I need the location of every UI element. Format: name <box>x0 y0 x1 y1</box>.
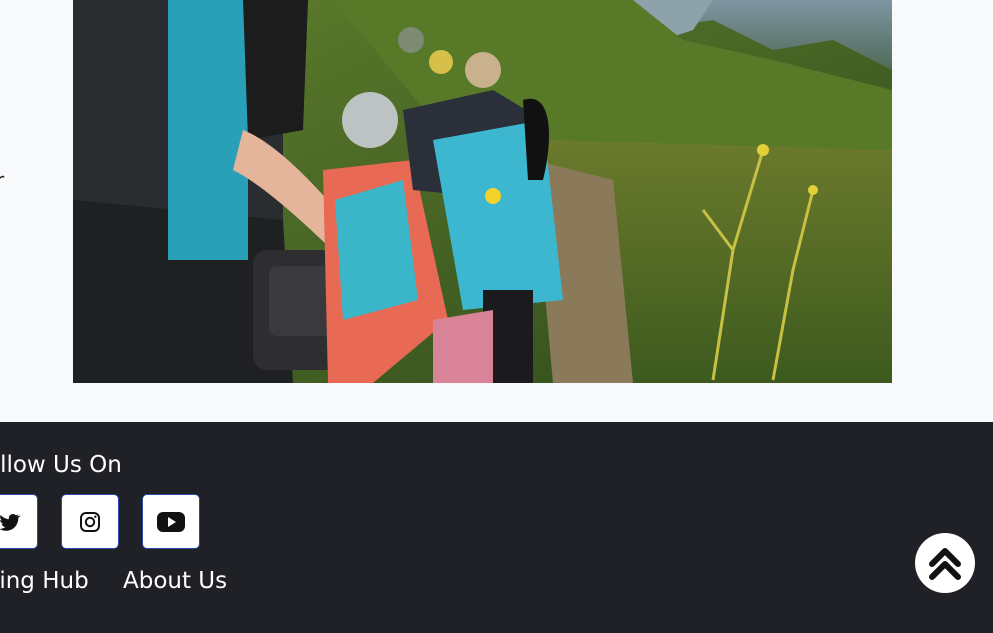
footer-link-hiking-hub[interactable]: king Hub <box>0 568 89 594</box>
instagram-button[interactable] <box>61 494 119 549</box>
follow-us-heading: ollow Us On <box>0 452 122 478</box>
page: r llow Us On ing Hub About Us <box>0 0 993 633</box>
hiking-group-photo <box>73 0 892 383</box>
cut-off-link-fragment[interactable]: l <box>0 333 2 357</box>
footer: ollow Us On king Hub About Us <box>0 422 993 633</box>
scroll-to-top-button[interactable] <box>915 533 975 593</box>
youtube-button[interactable] <box>142 494 200 549</box>
cut-off-text-fragment: r <box>0 168 5 192</box>
twitter-icon <box>0 513 21 531</box>
instagram-icon <box>80 511 100 532</box>
footer-link-about-us[interactable]: About Us <box>123 568 227 594</box>
double-chevron-up-icon <box>929 548 961 580</box>
twitter-button[interactable] <box>0 494 38 549</box>
hero-image <box>73 0 892 383</box>
youtube-icon <box>157 511 185 532</box>
